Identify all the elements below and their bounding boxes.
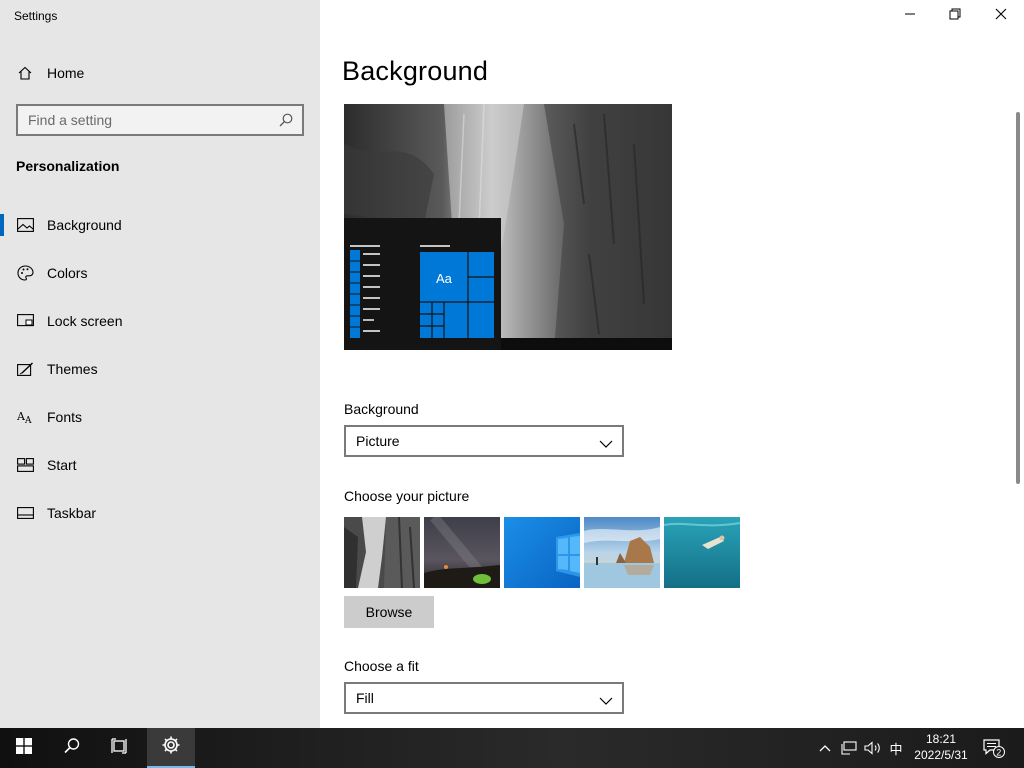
- section-heading: Personalization: [16, 158, 120, 174]
- windows-logo-icon: [16, 737, 32, 759]
- sidebar-item-taskbar[interactable]: Taskbar: [0, 493, 320, 533]
- picture-thumbnail-beach[interactable]: [584, 517, 660, 588]
- picture-thumbnail-windows[interactable]: [504, 517, 580, 588]
- scrollbar[interactable]: [1016, 112, 1020, 484]
- input-method-indicator[interactable]: 中: [887, 738, 905, 758]
- network-icon[interactable]: [840, 738, 858, 758]
- search-taskbar-button[interactable]: [48, 728, 96, 768]
- chevron-down-icon: [599, 436, 613, 448]
- choose-picture-label: Choose your picture: [344, 488, 470, 504]
- settings-taskbar-button[interactable]: [147, 728, 195, 768]
- chevron-down-icon: [599, 693, 613, 705]
- picture-thumbnail-underwater[interactable]: [664, 517, 740, 588]
- sidebar-item-label: Fonts: [47, 409, 83, 425]
- search-field[interactable]: [16, 104, 304, 136]
- picture-thumbnail-night-sky[interactable]: [424, 517, 500, 588]
- choose-fit-label: Choose a fit: [344, 658, 419, 674]
- notification-count: 2: [996, 747, 1001, 757]
- task-view-icon: [111, 737, 129, 759]
- home-icon: [16, 64, 34, 82]
- preview-tile-label: Aa: [436, 271, 453, 286]
- restore-button[interactable]: [932, 0, 978, 32]
- sidebar-item-label: Background: [47, 217, 122, 233]
- sidebar-item-label: Themes: [47, 361, 98, 377]
- sidebar-item-colors[interactable]: Colors: [0, 253, 320, 293]
- close-icon: [995, 7, 1007, 25]
- start-icon: [16, 456, 34, 474]
- svg-text:A: A: [24, 416, 32, 425]
- sidebar-item-label: Taskbar: [47, 505, 97, 521]
- page-title: Background: [342, 56, 489, 86]
- sidebar-item-start[interactable]: Start: [0, 445, 320, 485]
- sidebar-item-lock-screen[interactable]: Lock screen: [0, 301, 320, 341]
- task-view-button[interactable]: [96, 728, 144, 768]
- sidebar-item-label: Home: [47, 65, 85, 81]
- close-button[interactable]: [978, 0, 1024, 32]
- sidebar-item-label: Lock screen: [47, 313, 123, 329]
- sidebar-item-background[interactable]: Background: [0, 205, 320, 245]
- sidebar-item-fonts[interactable]: AA Fonts: [0, 397, 320, 437]
- sidebar: Settings Home Personalization Background: [0, 0, 320, 728]
- taskbar-icon: [16, 504, 34, 522]
- browse-button[interactable]: Browse: [344, 596, 434, 628]
- sidebar-item-themes[interactable]: Themes: [0, 349, 320, 389]
- minimize-button[interactable]: [887, 0, 933, 32]
- sidebar-item-label: Start: [47, 457, 77, 473]
- picture-icon: [16, 216, 34, 234]
- sidebar-item-home[interactable]: Home: [0, 53, 320, 93]
- app-title: Settings: [14, 9, 58, 23]
- volume-icon[interactable]: [864, 738, 882, 758]
- sidebar-item-label: Colors: [47, 265, 88, 281]
- settings-window: Settings Home Personalization Background: [0, 0, 1024, 728]
- themes-icon: [16, 360, 34, 378]
- fit-dropdown-value: Fill: [356, 690, 374, 706]
- search-icon[interactable]: [278, 112, 294, 128]
- background-dropdown-value: Picture: [356, 433, 400, 449]
- minimize-icon: [904, 7, 916, 25]
- taskbar: 中 18:21 2022/5/31 2: [0, 728, 1024, 768]
- fonts-icon: AA: [16, 408, 34, 426]
- fit-dropdown[interactable]: Fill: [344, 682, 624, 714]
- search-input[interactable]: [28, 112, 278, 128]
- background-preview: Aa: [344, 104, 672, 350]
- active-indicator: [0, 214, 4, 236]
- picture-thumbnail-rock[interactable]: [344, 517, 420, 588]
- gear-icon: [161, 735, 181, 760]
- clock[interactable]: 18:21 2022/5/31: [906, 731, 976, 763]
- chevron-up-icon[interactable]: [816, 738, 834, 758]
- start-button[interactable]: [0, 728, 48, 768]
- clock-time: 18:21: [925, 732, 957, 746]
- action-center-button[interactable]: 2: [982, 738, 1006, 758]
- restore-icon: [949, 7, 961, 25]
- clock-date: 2022/5/31: [914, 748, 968, 762]
- search-icon: [63, 737, 81, 760]
- background-dropdown[interactable]: Picture: [344, 425, 624, 457]
- background-label: Background: [344, 401, 419, 417]
- palette-icon: [16, 264, 34, 282]
- lock-screen-icon: [16, 312, 34, 330]
